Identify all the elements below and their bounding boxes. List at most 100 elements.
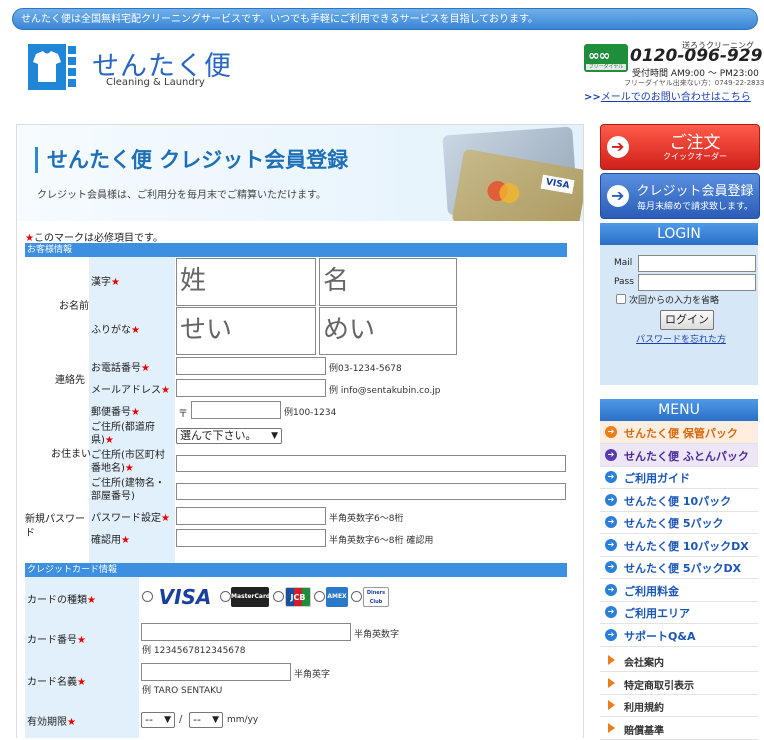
card-number-hint: 半角英数字	[354, 630, 400, 640]
login-button[interactable]: ログイン	[660, 310, 714, 330]
menu-item-10pack[interactable]: ➔ せんたく便 10パック	[600, 489, 758, 512]
menu-item-futon[interactable]: ➔ せんたく便 ふとんパック	[600, 444, 758, 467]
building-input[interactable]	[176, 483, 566, 500]
side-menu: MENU ➔ せんたく便 保管パック ➔ せんたく便 ふとんパック ➔ ご利用ガイド …	[600, 399, 758, 740]
section-customer-header: お客様情報	[25, 243, 567, 257]
freedial-icon: ∞∞ フリーダイヤル	[584, 44, 628, 72]
menu-item-company[interactable]: 会社案内	[600, 649, 758, 672]
jcb-card-icon: JCB	[285, 587, 311, 607]
login-header: LOGIN	[600, 223, 758, 245]
credit-register-button[interactable]: ➔ クレジット会員登録 毎月末締めで請求致します。	[600, 173, 760, 219]
menu-item-terms[interactable]: 利用規約	[600, 694, 758, 717]
card-master-radio[interactable]	[220, 591, 231, 602]
main-content: VISA せんたく便 クレジット会員登録 クレジット会員様は、ご利用分を毎月末で…	[16, 124, 584, 738]
menu-item-5pack-dx[interactable]: ➔ せんたく便 5パックDX	[600, 556, 758, 579]
menu-item-guide[interactable]: ➔ ご利用ガイド	[600, 466, 758, 489]
menu-item-area[interactable]: ➔ ご利用エリア	[600, 601, 758, 624]
visa-logo-icon: VISA	[540, 174, 575, 195]
mastercard-icon: MasterCard	[231, 587, 270, 607]
password-hint: 半角英数字6〜8桁	[329, 514, 404, 524]
card-number-example: 例 1234567812345678	[142, 646, 246, 656]
building-label: ご住所(建物名・部屋番号)	[91, 478, 165, 502]
page-title: せんたく便 クレジット会員登録	[47, 148, 349, 172]
pref-label: ご住所(都道府県)★	[91, 422, 155, 446]
triangle-right-icon	[608, 655, 615, 665]
mei-input[interactable]: 名	[319, 258, 457, 306]
top-banner-text: せんたく便は全国無料宅配クリーニングサービスです。いつでも手軽にご利用できるサー…	[21, 14, 538, 25]
menu-header: MENU	[600, 399, 758, 421]
pref-select[interactable]: 選んで下さい。 ▼	[176, 428, 282, 444]
mei-kana-input[interactable]: めい	[319, 307, 457, 355]
sei-input[interactable]: 姓	[176, 258, 316, 306]
card-name-label: カード名義★	[27, 677, 86, 688]
phone-label: お電話番号★	[91, 363, 150, 374]
card-number-label: カード番号★	[27, 635, 86, 646]
mail-contact-link[interactable]: >>メールでのお問い合わせはこちら	[584, 88, 751, 103]
menu-item-storage[interactable]: ➔ せんたく便 保管パック	[600, 421, 758, 444]
section-card-header: クレジットカード情報	[25, 563, 567, 577]
card-jcb-radio[interactable]	[273, 591, 284, 602]
site-logo[interactable]: せんたく便 Cleaning & Laundry	[28, 44, 231, 94]
zip-prefix: 〒	[178, 409, 188, 420]
pass-label: Pass	[614, 277, 634, 287]
visa-card-icon: VISA	[158, 585, 212, 609]
zip-hint: 例100-1234	[284, 408, 337, 418]
menu-item-support[interactable]: ➔ サポートQ&A	[600, 624, 758, 647]
card-name-input[interactable]	[141, 663, 291, 681]
password-confirm-label: 確認用★	[91, 535, 130, 546]
expiry-month-select[interactable]: -- ▼	[141, 712, 175, 728]
logo-subtext: Cleaning & Laundry	[106, 77, 205, 88]
card-amex-radio[interactable]	[314, 591, 325, 602]
top-banner: せんたく便は全国無料宅配クリーニングサービスです。いつでも手軽にご利用できるサー…	[12, 8, 758, 30]
chevron-down-icon: ▼	[212, 715, 219, 725]
menu-item-compensation[interactable]: 賠償基準	[600, 717, 758, 740]
triangle-right-icon	[608, 700, 615, 710]
login-box: LOGIN Mail Pass 次回からの入力を省略 ログイン パスワードを忘れ…	[600, 223, 758, 385]
card-diners-radio[interactable]	[351, 591, 362, 602]
laundry-logo-icon	[28, 44, 76, 90]
arrow-right-icon: ➔	[607, 185, 629, 207]
city-label: ご住所(市区町村番地名)★	[91, 450, 165, 474]
expiry-year-select[interactable]: -- ▼	[189, 712, 223, 728]
page-banner: VISA せんたく便 クレジット会員登録 クレジット会員様は、ご利用分を毎月末で…	[17, 125, 583, 221]
page-subtitle: クレジット会員様は、ご利用分を毎月末でご精算いただけます。	[37, 190, 326, 201]
menu-item-5pack[interactable]: ➔ せんたく便 5パック	[600, 511, 758, 534]
card-visa-radio[interactable]	[142, 591, 153, 602]
city-input[interactable]	[176, 455, 566, 472]
kanji-label: 漢字★	[91, 277, 120, 288]
mail-label: Mail	[614, 258, 633, 268]
diners-card-icon: Diners Club	[363, 587, 389, 607]
remember-checkbox[interactable]	[616, 294, 626, 304]
quick-order-button[interactable]: ➔ ご注文 クイックオーダー	[600, 124, 760, 170]
password-confirm-input[interactable]	[176, 529, 326, 547]
sei-kana-input[interactable]: せい	[176, 307, 316, 355]
password-label: パスワード設定★	[91, 513, 170, 524]
triangle-right-icon	[608, 723, 615, 733]
expiry-format: mm/yy	[227, 715, 259, 725]
card-number-input[interactable]	[141, 623, 351, 641]
title-accent-bar	[35, 147, 38, 173]
card-name-example: 例 TARO SENTAKU	[142, 686, 223, 696]
arrow-right-icon: ➔	[607, 136, 629, 158]
remember-label: 次回からの入力を省略	[629, 296, 720, 306]
card-name-hint: 半角英字	[294, 670, 331, 680]
tel-number: 0120-096-929	[630, 46, 763, 66]
kana-label: ふりがな★	[91, 325, 140, 336]
tel-free-note: フリーダイヤル出来ない方：0749-22-2833	[624, 79, 764, 87]
new-password-group-label: 新規パスワード	[25, 514, 85, 539]
menu-item-price[interactable]: ➔ ご利用料金	[600, 579, 758, 602]
email-hint: 例 info@sentakubin.co.jp	[329, 386, 441, 396]
login-mail-input[interactable]	[638, 255, 756, 272]
password-input[interactable]	[176, 507, 326, 525]
chevron-down-icon: ▼	[164, 715, 171, 725]
login-pass-input[interactable]	[638, 274, 756, 291]
phone-input[interactable]	[176, 357, 326, 375]
name-group-label: お名前	[59, 301, 89, 312]
email-input[interactable]	[176, 379, 326, 397]
menu-item-10pack-dx[interactable]: ➔ せんたく便 10パックDX	[600, 534, 758, 557]
menu-item-tokusho[interactable]: 特定商取引表示	[600, 672, 758, 695]
zip-input[interactable]	[191, 401, 281, 419]
expiry-label: 有効期限★	[27, 717, 76, 728]
forgot-password-link[interactable]: パスワードを忘れた方	[636, 332, 726, 345]
zip-label: 郵便番号★	[91, 407, 140, 418]
